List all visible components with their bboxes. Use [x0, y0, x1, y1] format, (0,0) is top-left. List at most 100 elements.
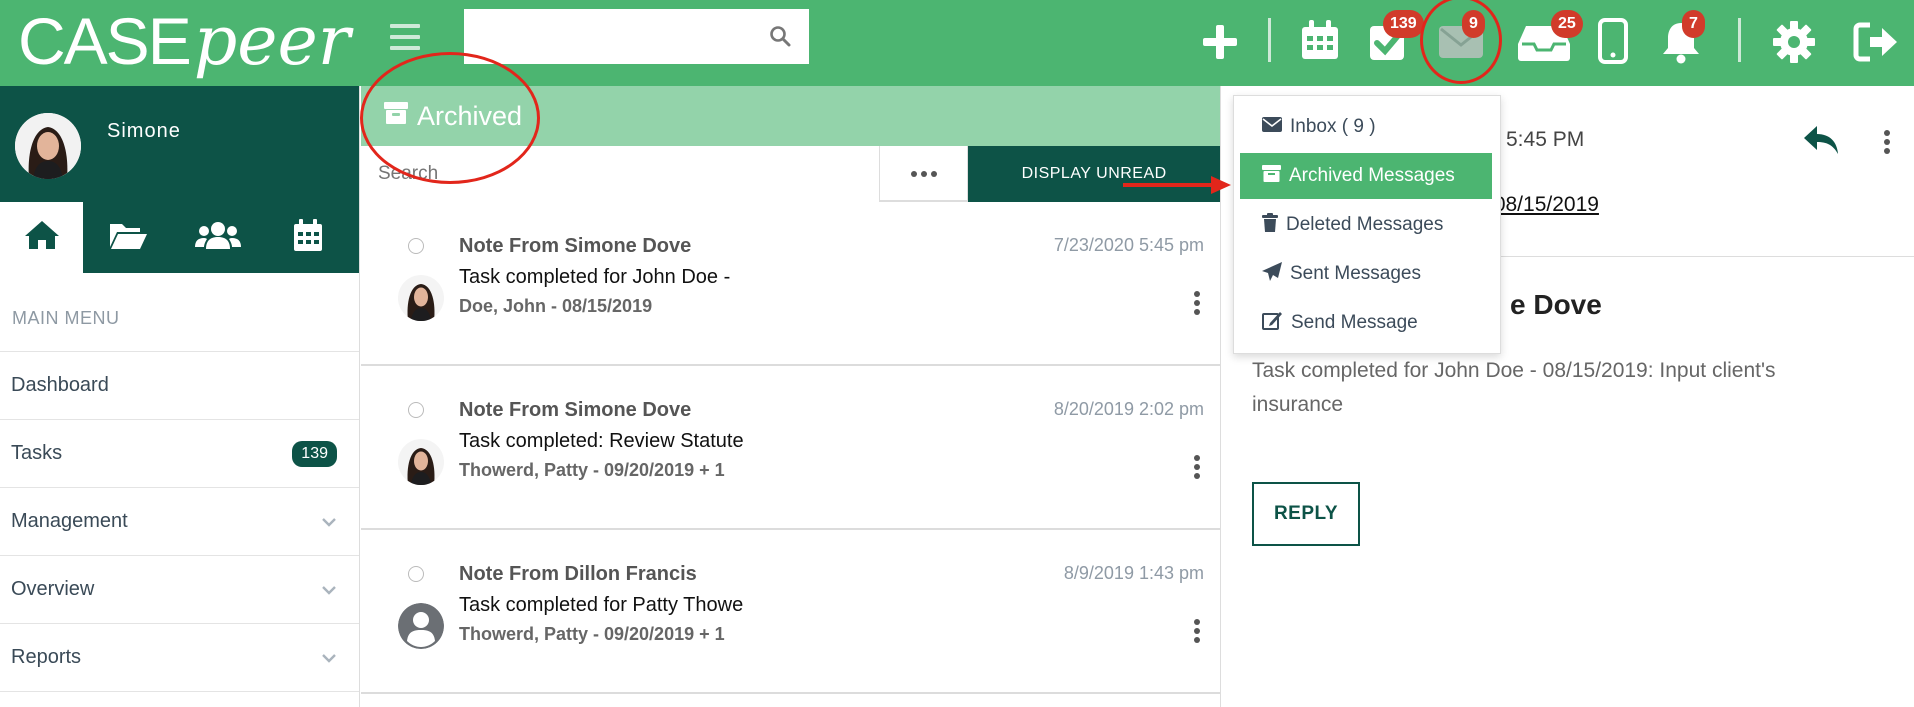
- sidebar-item-reports[interactable]: Reports: [0, 624, 359, 692]
- message-from: Note From Dillon Francis: [459, 563, 697, 585]
- menu-item-label: Deleted Messages: [1286, 214, 1444, 235]
- logout-icon[interactable]: [1852, 21, 1900, 68]
- logo-peer-text: peer: [193, 2, 351, 81]
- tasks-badge: 139: [1383, 10, 1424, 38]
- casepeer-logo[interactable]: CASEpeer: [18, 2, 350, 81]
- archive-icon: [1262, 164, 1281, 188]
- chevron-down-icon: [321, 510, 337, 533]
- sidebar: Simone MAIN MENU Dashboard Tasks 139 Man…: [0, 86, 360, 707]
- message-date: 8/9/2019 1:43 pm: [1063, 563, 1204, 583]
- menu-item-label: Archived Messages: [1289, 165, 1455, 186]
- paper-plane-icon: [1262, 261, 1282, 287]
- message-case: Thowerd, Patty - 09/20/2019 + 1: [459, 460, 725, 480]
- home-icon: [23, 219, 61, 256]
- sidebar-item-overview[interactable]: Overview: [0, 556, 359, 624]
- menu-item-archived-messages[interactable]: Archived Messages: [1240, 153, 1492, 199]
- message-row[interactable]: Note From Simone Dove Task completed for…: [361, 202, 1220, 366]
- default-user-avatar-icon: [398, 603, 444, 649]
- calendar-icon[interactable]: [1300, 19, 1340, 66]
- divider: [1738, 18, 1741, 62]
- menu-item-deleted-messages[interactable]: Deleted Messages: [1240, 202, 1492, 248]
- menu-item-inbox[interactable]: Inbox ( 9 ): [1240, 104, 1492, 150]
- edit-icon: [1262, 311, 1283, 336]
- users-icon: [195, 220, 241, 255]
- notifications-badge: 7: [1682, 10, 1705, 38]
- user-name: Simone: [107, 120, 181, 142]
- sender-avatar: [398, 275, 444, 321]
- list-toolbar: DISPLAY UNREAD: [361, 146, 1220, 202]
- user-profile: Simone: [0, 86, 359, 202]
- message-case: Doe, John - 08/15/2019: [459, 296, 653, 316]
- inbox-badge: 25: [1551, 10, 1583, 38]
- message-body: Task completed for John Doe - 08/15/2019…: [1252, 359, 1776, 416]
- select-radio[interactable]: [408, 238, 424, 254]
- home-tab[interactable]: [0, 202, 83, 273]
- main-menu-heading: MAIN MENU: [0, 273, 359, 352]
- mobile-phone-icon[interactable]: [1598, 18, 1628, 69]
- reply-arrow-icon[interactable]: [1802, 124, 1840, 161]
- menu-item-label: Send Message: [1291, 312, 1418, 333]
- menu-item-send-message[interactable]: Send Message: [1240, 300, 1492, 346]
- message-date: 8/20/2019 2:02 pm: [1053, 399, 1204, 419]
- global-search: [464, 9, 809, 64]
- envelope-icon: [1262, 116, 1282, 138]
- folder-open-icon: [108, 220, 148, 255]
- message-subject: Task completed for John Doe -: [459, 266, 731, 288]
- menu-item-label: Sent Messages: [1290, 263, 1421, 284]
- message-row[interactable]: Note From Simone Dove Task completed: Re…: [361, 366, 1220, 530]
- calendar-icon: [293, 218, 323, 257]
- calendar-tab[interactable]: [263, 202, 353, 273]
- hamburger-menu-icon[interactable]: [390, 24, 420, 50]
- message-subject: Task completed for Patty Thowe: [459, 594, 744, 616]
- select-radio[interactable]: [408, 402, 424, 418]
- message-time: 5:45 PM: [1506, 128, 1585, 151]
- message-date: 7/23/2020 5:45 pm: [1053, 235, 1204, 255]
- archive-icon: [383, 101, 409, 132]
- top-bar: CASEpeer 139 9 25 7: [0, 0, 1914, 86]
- plus-icon[interactable]: [1200, 22, 1240, 67]
- menu-item-label: Inbox ( 9 ): [1290, 116, 1376, 137]
- sidebar-item-tasks[interactable]: Tasks 139: [0, 420, 359, 488]
- message-from: Note From Simone Dove: [459, 399, 692, 421]
- search-icon[interactable]: [769, 25, 791, 52]
- sidebar-item-management[interactable]: Management: [0, 488, 359, 556]
- menu-item-sent-messages[interactable]: Sent Messages: [1240, 251, 1492, 297]
- logo-case-text: CASE: [18, 4, 192, 78]
- message-list-panel: Archived DISPLAY UNREAD Note From Simone…: [361, 86, 1221, 707]
- message-title: e Dove: [1510, 289, 1602, 320]
- user-avatar[interactable]: [15, 113, 81, 179]
- sidebar-item-label: Reports: [11, 646, 82, 668]
- contacts-tab[interactable]: [173, 202, 263, 273]
- chevron-down-icon: [321, 578, 337, 601]
- message-search-input[interactable]: [361, 146, 881, 202]
- detail-kebab-icon[interactable]: [1884, 130, 1890, 157]
- messages-dropdown: Inbox ( 9 ) Archived Messages Deleted Me…: [1233, 95, 1501, 354]
- message-kebab-icon[interactable]: [1194, 455, 1200, 482]
- chevron-down-icon: [321, 646, 337, 669]
- sidebar-icon-tabs: [0, 202, 359, 273]
- reply-button[interactable]: REPLY: [1252, 482, 1360, 546]
- message-subject: Task completed: Review Statute: [459, 430, 744, 452]
- sidebar-item-label: Tasks: [11, 442, 63, 464]
- trash-icon: [1262, 212, 1278, 238]
- red-pointer-arrow: [1123, 175, 1233, 200]
- divider: [1268, 18, 1271, 62]
- message-row[interactable]: Note From Dillon Francis Task completed …: [361, 530, 1220, 694]
- message-from: Note From Simone Dove: [459, 235, 692, 257]
- sender-avatar: [398, 439, 444, 485]
- cases-tab[interactable]: [83, 202, 173, 273]
- message-kebab-icon[interactable]: [1194, 619, 1200, 646]
- archived-title: Archived: [417, 100, 523, 131]
- sidebar-item-label: Management: [11, 510, 128, 532]
- settings-gear-icon[interactable]: [1772, 20, 1816, 69]
- sidebar-item-label: Overview: [11, 578, 95, 600]
- sidebar-item-dashboard[interactable]: Dashboard: [0, 352, 359, 420]
- more-options-button[interactable]: [880, 146, 969, 202]
- tasks-count-badge: 139: [292, 440, 337, 467]
- message-kebab-icon[interactable]: [1194, 291, 1200, 318]
- message-case: Thowerd, Patty - 09/20/2019 + 1: [459, 624, 725, 644]
- select-radio[interactable]: [408, 566, 424, 582]
- global-search-input[interactable]: [464, 9, 754, 62]
- sidebar-item-label: Dashboard: [11, 374, 109, 396]
- archived-header: Archived: [361, 86, 1220, 146]
